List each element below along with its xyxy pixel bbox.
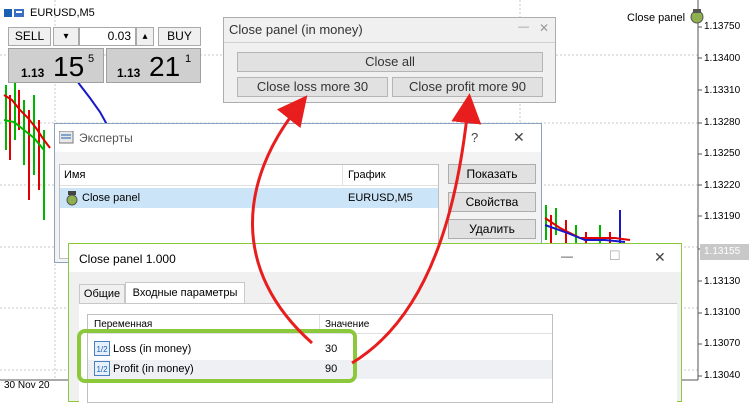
params-titlebar: Close panel 1.000 — ☐ ✕ bbox=[69, 244, 681, 272]
tab-inputs[interactable]: Входные параметры bbox=[125, 282, 245, 304]
double-type-icon: 1/2 bbox=[94, 361, 110, 376]
chart-title: EURUSD,M5 bbox=[4, 7, 95, 19]
close-panel: Close panel (in money) — ✕ Close all Clo… bbox=[223, 17, 556, 103]
params-table: Переменная Значение 1/2 Loss (in money) … bbox=[87, 314, 553, 403]
sell-price-big: 15 bbox=[53, 51, 85, 82]
time-axis-label: 30 Nov 20 bbox=[4, 380, 50, 391]
close-all-button[interactable]: Close all bbox=[237, 52, 543, 72]
param-value[interactable]: 30 bbox=[325, 343, 337, 355]
show-button[interactable]: Показать bbox=[448, 164, 536, 184]
params-minimize-button[interactable]: — bbox=[561, 249, 573, 263]
tab-common[interactable]: Общие bbox=[79, 284, 125, 303]
param-name: Loss (in money) bbox=[113, 343, 192, 355]
expert-row-name: Close panel bbox=[82, 192, 141, 204]
experts-window: Эксперты ? ✕ Имя График Close panel EURU… bbox=[54, 123, 542, 263]
col-value-header[interactable]: Значение bbox=[325, 319, 369, 330]
buy-button[interactable]: BUY bbox=[158, 27, 201, 46]
col-variable-header[interactable]: Переменная bbox=[94, 319, 152, 330]
buy-price-sup: 1 bbox=[185, 53, 192, 65]
params-close-button[interactable]: ✕ bbox=[654, 249, 666, 266]
params-title: Close panel 1.000 bbox=[79, 252, 176, 266]
price-label: 1.13310 bbox=[704, 85, 741, 96]
price-label: 1.13400 bbox=[704, 53, 741, 64]
price-label: 1.13040 bbox=[704, 370, 741, 381]
price-label: 1.13280 bbox=[704, 117, 741, 128]
sell-price-prefix: 1.13 bbox=[21, 66, 45, 80]
sell-price-quote[interactable]: 1.13 15 5 bbox=[8, 48, 104, 83]
price-label: 1.13190 bbox=[704, 211, 741, 222]
close-panel-minimize-button[interactable]: — bbox=[518, 21, 529, 33]
close-loss-button[interactable]: Close loss more 30 bbox=[237, 77, 388, 97]
price-label: 1.13070 bbox=[704, 338, 741, 349]
close-panel-close-button[interactable]: ✕ bbox=[539, 21, 549, 35]
param-value[interactable]: 90 bbox=[325, 363, 337, 375]
experts-title: Эксперты bbox=[79, 131, 133, 145]
buy-price-prefix: 1.13 bbox=[117, 66, 141, 80]
one-click-panel: SELL ▾ 0.03 ▴ BUY 1.13 15 5 1.13 21 1 bbox=[8, 27, 201, 83]
lot-input[interactable]: 0.03 bbox=[79, 27, 136, 46]
col-divider bbox=[319, 315, 320, 333]
param-row[interactable]: 1/2 Loss (in money) 30 bbox=[88, 340, 552, 359]
experts-list-header: Имя График bbox=[60, 165, 438, 186]
ea-hat-icon bbox=[689, 8, 705, 27]
ea-badge: Close panel bbox=[627, 8, 705, 27]
close-profit-button[interactable]: Close profit more 90 bbox=[392, 77, 543, 97]
double-type-icon: 1/2 bbox=[94, 341, 110, 356]
price-label: 1.13220 bbox=[704, 180, 741, 191]
col-name-header[interactable]: Имя bbox=[64, 169, 85, 181]
col-divider bbox=[342, 165, 343, 185]
lot-increase-button[interactable]: ▴ bbox=[136, 27, 154, 46]
price-label: 1.13750 bbox=[704, 21, 741, 32]
ea-name: Close panel bbox=[627, 11, 686, 24]
chart-symbol: EURUSD,M5 bbox=[30, 7, 95, 19]
sell-price-sup: 5 bbox=[88, 53, 95, 65]
chart-icon bbox=[4, 7, 26, 19]
experts-close-button[interactable]: ✕ bbox=[513, 129, 525, 146]
experts-help-button[interactable]: ? bbox=[471, 130, 478, 145]
experts-list-row[interactable]: Close panel EURUSD,M5 bbox=[60, 188, 438, 208]
experts-icon bbox=[58, 130, 75, 148]
price-label: 1.13100 bbox=[704, 307, 741, 318]
price-label: 1.13250 bbox=[704, 148, 741, 159]
param-name: Profit (in money) bbox=[113, 363, 194, 375]
sell-button[interactable]: SELL bbox=[8, 27, 51, 46]
params-table-header: Переменная Значение bbox=[88, 315, 552, 334]
params-maximize-button[interactable]: ☐ bbox=[609, 248, 621, 264]
current-price-tag: 1.13155 bbox=[700, 244, 749, 260]
divider bbox=[224, 42, 555, 43]
params-window: Close panel 1.000 — ☐ ✕ Общие Входные па… bbox=[68, 243, 682, 404]
param-row[interactable]: 1/2 Profit (in money) 90 bbox=[88, 360, 552, 379]
experts-titlebar: Эксперты ? ✕ bbox=[55, 124, 541, 152]
expert-row-chart: EURUSD,M5 bbox=[348, 192, 413, 204]
buy-price-big: 21 bbox=[149, 51, 181, 82]
col-chart-header[interactable]: График bbox=[348, 169, 386, 181]
expert-hat-icon bbox=[64, 190, 80, 209]
properties-button[interactable]: Свойства bbox=[448, 192, 536, 212]
close-panel-title: Close panel (in money) bbox=[229, 22, 363, 37]
delete-button[interactable]: Удалить bbox=[448, 219, 536, 239]
buy-price-quote[interactable]: 1.13 21 1 bbox=[106, 48, 201, 83]
price-label: 1.13130 bbox=[704, 276, 741, 287]
lot-decrease-button[interactable]: ▾ bbox=[53, 27, 79, 46]
